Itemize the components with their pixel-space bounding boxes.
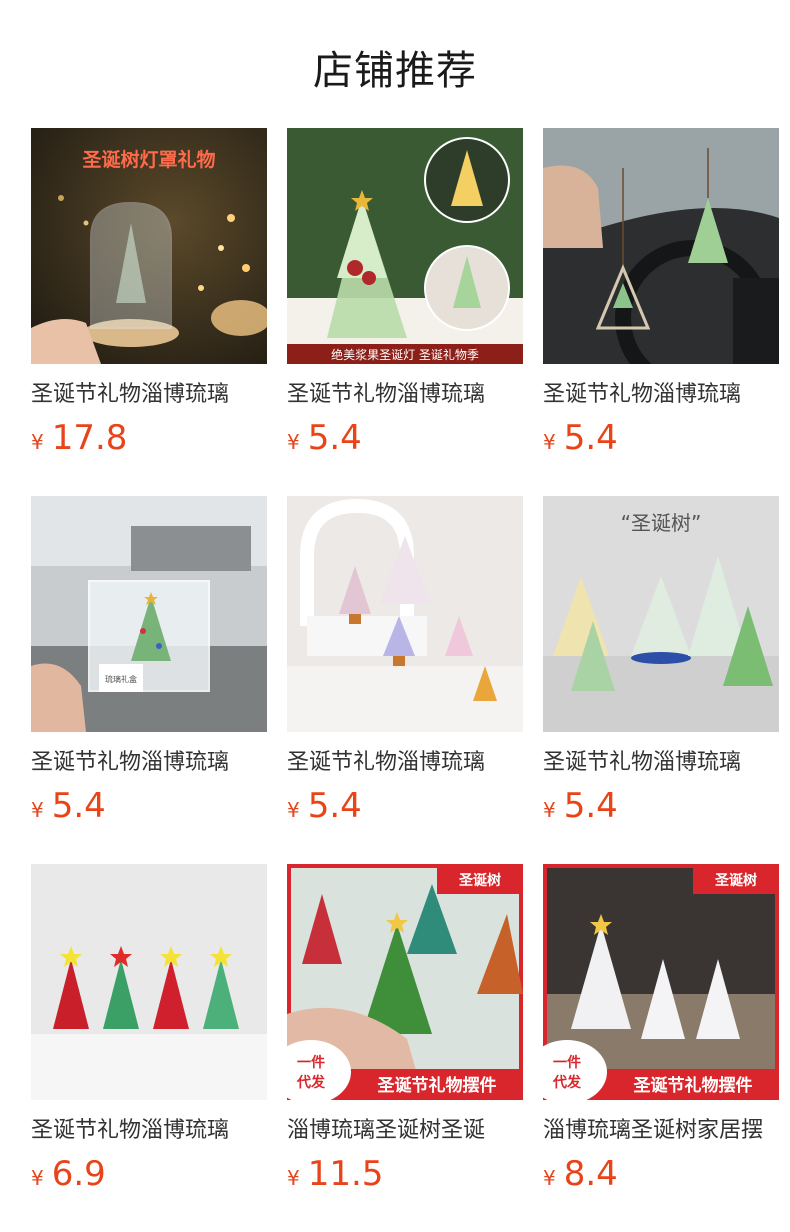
product-image[interactable]: 圣诞树 一件代发 圣诞节礼物摆件: [287, 864, 523, 1100]
product-name[interactable]: 淄博琉璃圣诞树家居摆: [543, 1116, 779, 1146]
price-value: 6.9: [51, 1154, 106, 1194]
product-name[interactable]: 圣诞节礼物淄博琉璃: [31, 748, 267, 778]
image-badge-text: 圣诞树: [458, 872, 501, 889]
product-price: ¥5.4: [287, 786, 362, 826]
image-overlay-text: 琉璃礼盒: [105, 674, 137, 684]
product-name[interactable]: 圣诞节礼物淄博琉璃: [543, 748, 779, 778]
product-name[interactable]: 圣诞节礼物淄博琉璃: [31, 380, 267, 410]
product-image[interactable]: 绝美浆果圣诞灯 圣诞礼物季: [287, 128, 523, 364]
price-value: 11.5: [307, 1154, 384, 1194]
product-image[interactable]: [543, 128, 779, 364]
currency-symbol: ¥: [287, 798, 300, 822]
product-name[interactable]: 圣诞节礼物淄博琉璃: [287, 380, 523, 410]
currency-symbol: ¥: [31, 430, 44, 454]
currency-symbol: ¥: [287, 430, 300, 454]
product-image[interactable]: [31, 864, 267, 1100]
product-image[interactable]: “圣诞树”: [543, 496, 779, 732]
product-name[interactable]: 圣诞节礼物淄博琉璃: [543, 380, 779, 410]
image-overlay-text: 圣诞树灯罩礼物: [82, 148, 215, 171]
product-name[interactable]: 圣诞节礼物淄博琉璃: [287, 748, 523, 778]
product-image[interactable]: 琉璃礼盒: [31, 496, 267, 732]
product-price: ¥6.9: [31, 1154, 106, 1194]
price-value: 5.4: [307, 418, 362, 458]
price-value: 5.4: [563, 418, 618, 458]
price-value: 5.4: [563, 786, 618, 826]
currency-symbol: ¥: [543, 1166, 556, 1190]
price-value: 5.4: [307, 786, 362, 826]
product-price: ¥5.4: [543, 418, 618, 458]
currency-symbol: ¥: [543, 798, 556, 822]
currency-symbol: ¥: [543, 430, 556, 454]
price-value: 5.4: [51, 786, 106, 826]
currency-symbol: ¥: [31, 798, 44, 822]
product-price: ¥5.4: [287, 418, 362, 458]
product-name[interactable]: 淄博琉璃圣诞树圣诞: [287, 1116, 523, 1146]
currency-symbol: ¥: [287, 1166, 300, 1190]
price-value: 8.4: [563, 1154, 618, 1194]
image-badge-text: 圣诞树: [714, 872, 757, 889]
product-price: ¥5.4: [543, 786, 618, 826]
product-image[interactable]: 圣诞树灯罩礼物: [31, 128, 267, 364]
image-overlay-text: “圣诞树”: [621, 511, 702, 535]
image-overlay-text: 绝美浆果圣诞灯 圣诞礼物季: [331, 347, 479, 362]
section-title: 店铺推荐: [313, 48, 477, 94]
product-name[interactable]: 圣诞节礼物淄博琉璃: [31, 1116, 267, 1146]
product-price: ¥17.8: [31, 418, 127, 458]
currency-symbol: ¥: [31, 1166, 44, 1190]
product-image[interactable]: 圣诞树 一件代发 圣诞节礼物摆件: [543, 864, 779, 1100]
price-value: 17.8: [51, 418, 128, 458]
image-banner-text: 圣诞节礼物摆件: [634, 1075, 753, 1096]
product-price: ¥5.4: [31, 786, 106, 826]
product-image[interactable]: [287, 496, 523, 732]
product-price: ¥11.5: [287, 1154, 383, 1194]
image-banner-text: 圣诞节礼物摆件: [378, 1075, 497, 1096]
shop-recommendations-page: 店铺推荐 圣诞树灯罩礼物 圣诞节礼物淄博琉璃 ¥ 17.8 绝美浆果圣诞灯 圣诞…: [0, 0, 790, 1232]
product-price: ¥8.4: [543, 1154, 618, 1194]
